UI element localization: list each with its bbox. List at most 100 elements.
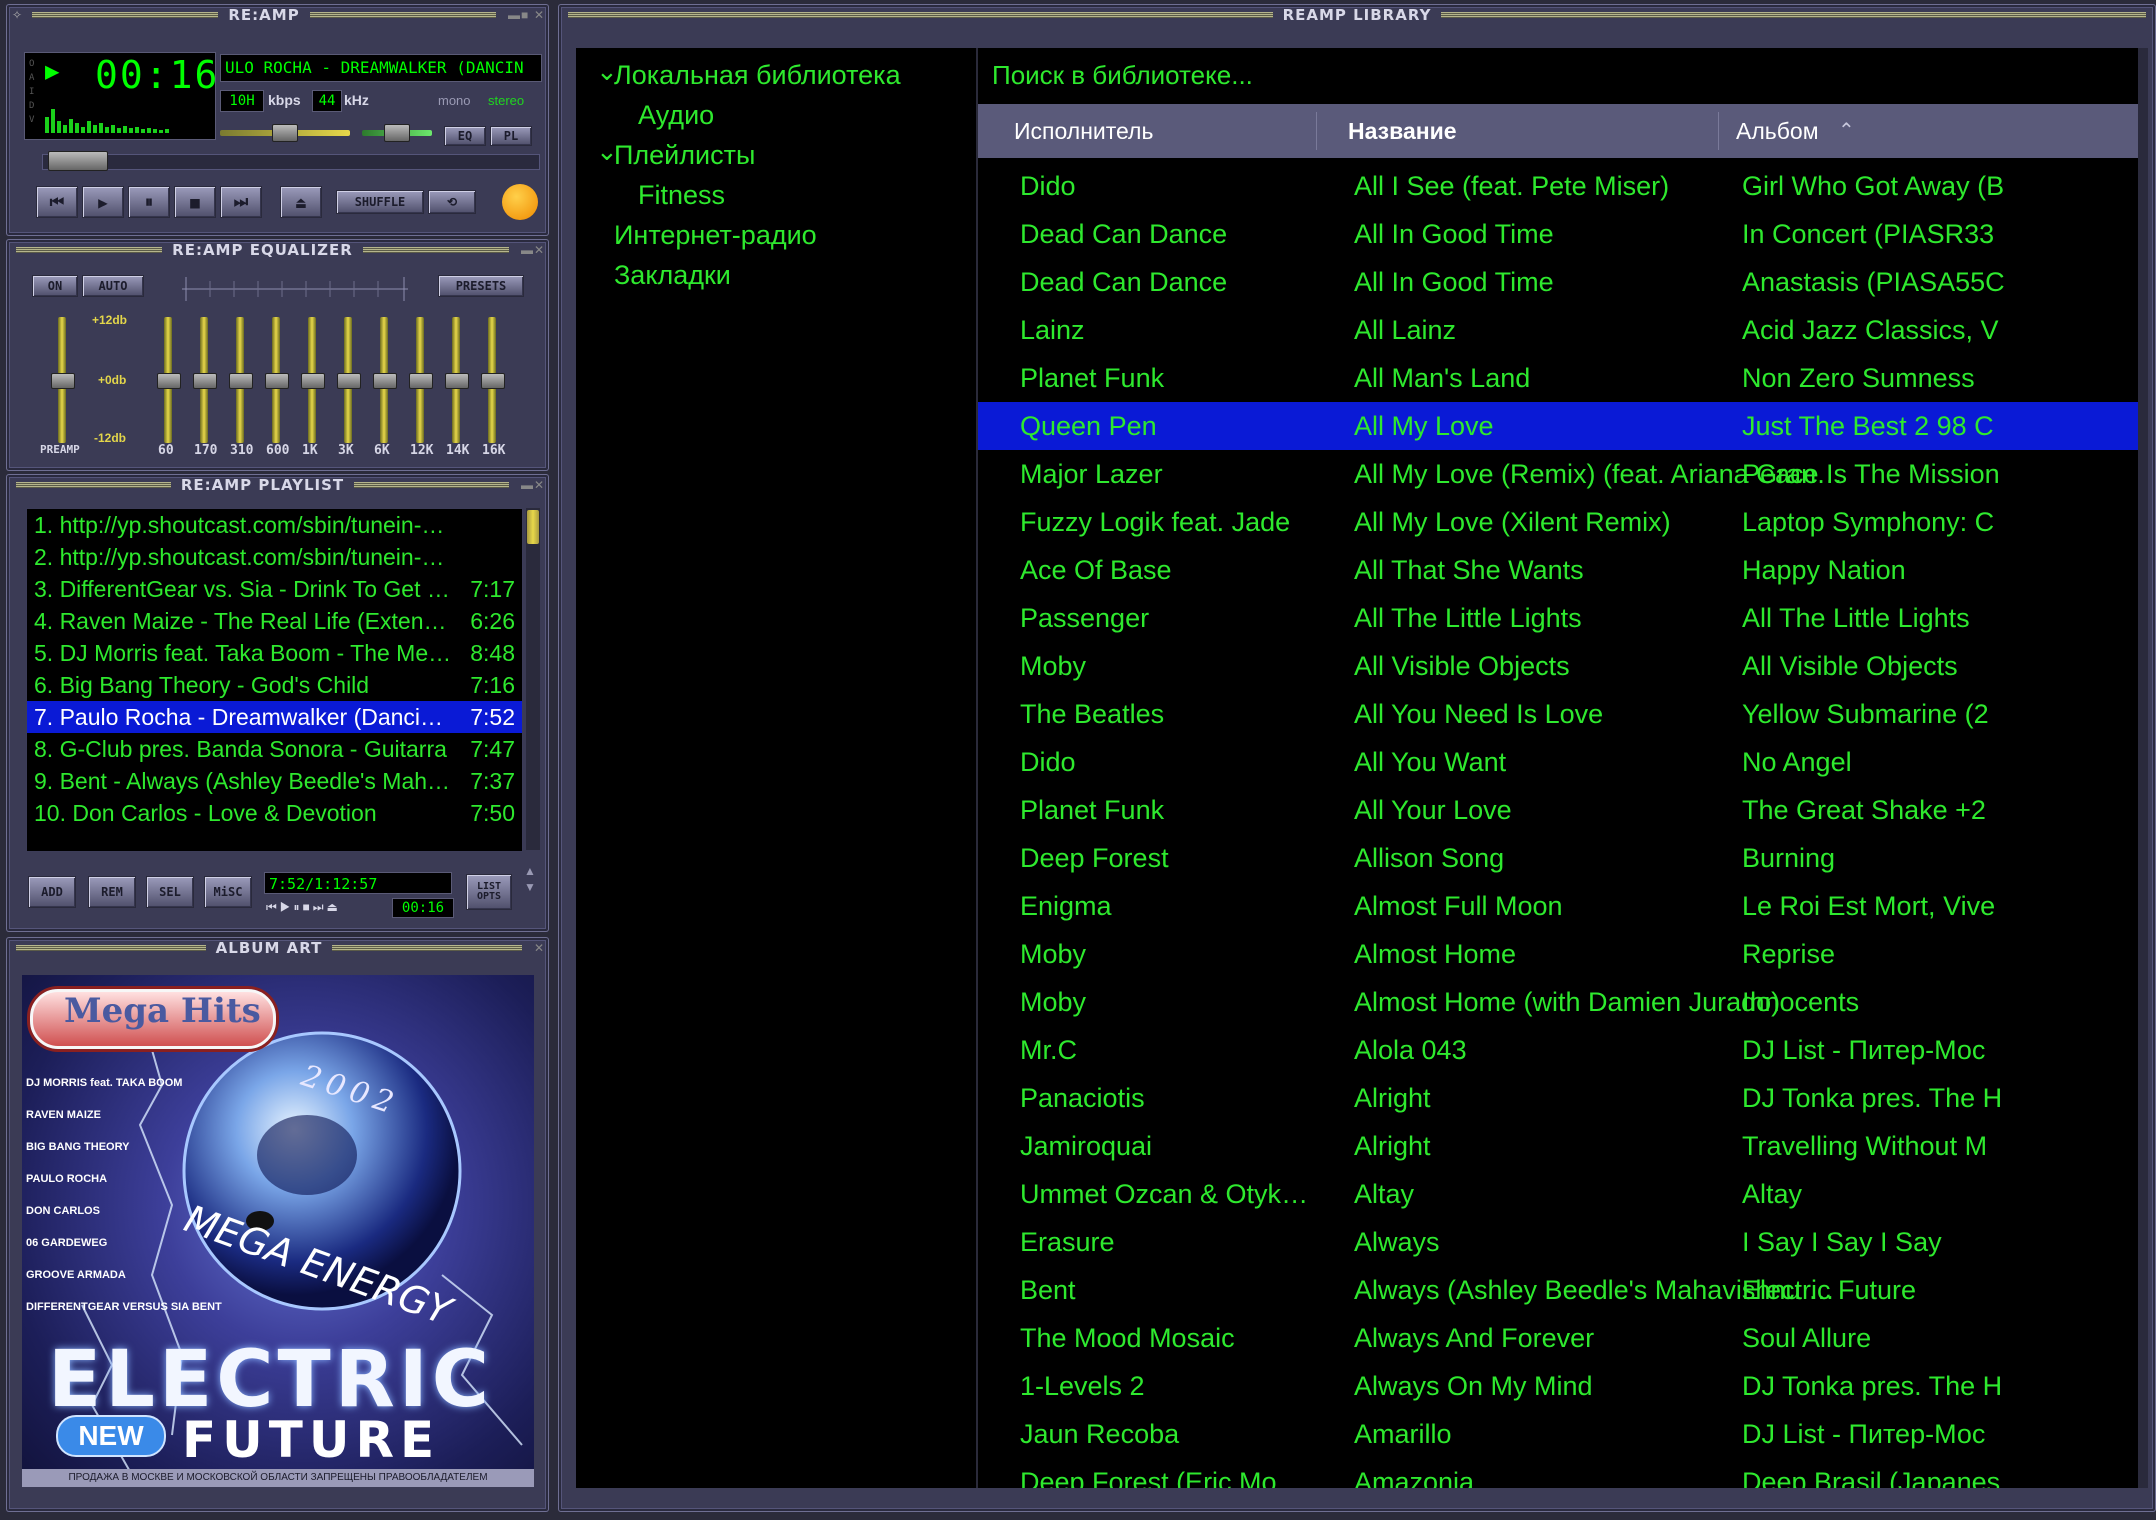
album-cover[interactable]: Mega Hits 2002 DJ MORRIS feat. TAKA BOOM… bbox=[22, 975, 534, 1487]
eq-toggle-button[interactable]: EQ bbox=[444, 126, 486, 146]
table-row[interactable]: Ace Of Base All That She Wants Happy Natio… bbox=[978, 546, 2140, 594]
table-row[interactable]: Erasure Always I Say I Say I Say bbox=[978, 1218, 2140, 1266]
sort-asc-icon[interactable]: ⌃ bbox=[1838, 104, 1855, 158]
seek-knob[interactable] bbox=[48, 151, 108, 171]
library-titlebar[interactable]: REAMP LIBRARY bbox=[558, 4, 2156, 26]
table-row[interactable]: Jamiroquai Alright Travelling Without M bbox=[978, 1122, 2140, 1170]
eq-band-knob[interactable] bbox=[481, 373, 505, 389]
tree-item-3[interactable]: Fitness bbox=[638, 180, 725, 211]
playlist-scrollbar[interactable] bbox=[526, 508, 540, 850]
tree-item-5[interactable]: Закладки bbox=[614, 260, 731, 291]
misc-button[interactable]: MiSC bbox=[204, 876, 252, 908]
library-table-body[interactable]: Dido All I See (feat. Pete Miser) Girl Who… bbox=[978, 162, 2140, 1488]
eq-band-knob[interactable] bbox=[301, 373, 325, 389]
previous-button[interactable]: ⏮ bbox=[36, 186, 78, 218]
table-row[interactable]: Major Lazer All My Love (Remix) (feat. Ar… bbox=[978, 450, 2140, 498]
menu-icon[interactable]: ✧ bbox=[12, 8, 22, 22]
playlist-item[interactable]: 8. G-Club pres. Banda Sonora - Guitarra 7… bbox=[27, 733, 522, 765]
pl-toggle-button[interactable]: PL bbox=[490, 126, 532, 146]
table-row[interactable]: Dead Can Dance All In Good Time Anastasis … bbox=[978, 258, 2140, 306]
remove-button[interactable]: REM bbox=[88, 876, 136, 908]
preamp-knob[interactable] bbox=[51, 373, 75, 389]
playlist-titlebar[interactable]: RE:AMP PLAYLIST ▬ ✕ bbox=[6, 474, 549, 496]
table-row[interactable]: Fuzzy Logik feat. Jade All My Love (Xilen… bbox=[978, 498, 2140, 546]
shade-icon[interactable]: ▬ bbox=[521, 479, 533, 491]
table-row[interactable]: Ummet Ozcan & Otyken Altay Altay bbox=[978, 1170, 2140, 1218]
mini-transport[interactable]: ⏮▶⏸■⏭⏏ bbox=[266, 900, 341, 915]
library-scrollbar[interactable] bbox=[2138, 48, 2148, 1488]
eject-button[interactable]: ⏏ bbox=[280, 186, 322, 218]
table-row[interactable]: Moby Almost Home Reprise bbox=[978, 930, 2140, 978]
library-tree[interactable]: ⌄ Локальная библиотека Аудио ⌄ Плейлисты Fitn… bbox=[576, 48, 976, 1488]
table-row[interactable]: Passenger All The Little Lights All The Li… bbox=[978, 594, 2140, 642]
presets-button[interactable]: PRESETS bbox=[438, 275, 524, 297]
scroll-up-icon[interactable]: ▲ bbox=[524, 864, 536, 878]
playlist-item[interactable]: 7. Paulo Rocha - Dreamwalker (Dancing) 7:… bbox=[27, 701, 522, 733]
next-button[interactable]: ⏭ bbox=[220, 186, 262, 218]
playlist-scroll-thumb[interactable] bbox=[527, 510, 539, 544]
scroll-down-icon[interactable]: ▼ bbox=[524, 880, 536, 894]
stop-button[interactable]: ■ bbox=[174, 186, 216, 218]
playlist-item[interactable]: 5. DJ Morris feat. Taka Boom - The Messa… bbox=[27, 637, 522, 669]
tree-item-0[interactable]: Локальная библиотека bbox=[614, 60, 901, 91]
playlist-item[interactable]: 1. http://yp.shoutcast.com/sbin/tunein-s… bbox=[27, 509, 522, 541]
close-icon[interactable]: ✕ bbox=[534, 244, 545, 256]
song-marquee[interactable]: ULO ROCHA - DREAMWALKER (DANCIN bbox=[220, 54, 542, 82]
eq-band-knob[interactable] bbox=[265, 373, 289, 389]
table-row[interactable]: The Mood Mosaic Always And Forever Soul Al… bbox=[978, 1314, 2140, 1362]
playlist-item[interactable]: 10. Don Carlos - Love & Devotion 7:50 bbox=[27, 797, 522, 829]
tree-item-2[interactable]: Плейлисты bbox=[614, 140, 755, 171]
time-display[interactable]: 00:16 bbox=[95, 53, 219, 97]
eq-band-knob[interactable] bbox=[373, 373, 397, 389]
shade-icon[interactable]: ▬ bbox=[521, 244, 533, 256]
table-row[interactable]: Moby Almost Home (with Damien Jurado) Inno… bbox=[978, 978, 2140, 1026]
table-row[interactable]: Mr.C Alola 043 DJ List - Питер-Мос bbox=[978, 1026, 2140, 1074]
close-icon[interactable]: ✕ bbox=[534, 479, 545, 491]
eq-band-knob[interactable] bbox=[337, 373, 361, 389]
logo-icon[interactable] bbox=[502, 184, 538, 220]
eq-band-knob[interactable] bbox=[193, 373, 217, 389]
table-row[interactable]: Dead Can Dance All In Good Time In Concert… bbox=[978, 210, 2140, 258]
visualizer-display[interactable]: O A I D V ▶ 00:16 bbox=[24, 52, 219, 140]
table-row[interactable]: Queen Pen All My Love Just The Best 2 98 C bbox=[978, 402, 2140, 450]
table-row[interactable]: Deep Forest Allison Song Burning bbox=[978, 834, 2140, 882]
table-row[interactable]: Planet Funk All Man's Land Non Zero Sumnes… bbox=[978, 354, 2140, 402]
album-art-titlebar[interactable]: ALBUM ART ✕ bbox=[6, 937, 549, 959]
table-row[interactable]: Dido All You Want No Angel bbox=[978, 738, 2140, 786]
eq-band-knob[interactable] bbox=[157, 373, 181, 389]
column-album[interactable]: Альбом bbox=[1736, 104, 1819, 158]
table-row[interactable]: Enigma Almost Full Moon Le Roi Est Mort, V… bbox=[978, 882, 2140, 930]
table-row[interactable]: Panaciotis Alright DJ Tonka pres. The H bbox=[978, 1074, 2140, 1122]
eq-band-knob[interactable] bbox=[409, 373, 433, 389]
add-button[interactable]: ADD bbox=[28, 876, 76, 908]
library-search-input[interactable]: Поиск в библиотеке... bbox=[992, 60, 1253, 91]
playlist-item[interactable]: 6. Big Bang Theory - God's Child 7:16 bbox=[27, 669, 522, 701]
equalizer-titlebar[interactable]: RE:AMP EQUALIZER ▬ ✕ bbox=[6, 239, 549, 261]
tree-item-1[interactable]: Аудио bbox=[638, 100, 714, 131]
play-button[interactable]: ▶ bbox=[82, 186, 124, 218]
close-icon[interactable]: ✕ bbox=[534, 9, 545, 21]
repeat-button[interactable]: ⟲ bbox=[428, 190, 476, 214]
close-icon[interactable]: ✕ bbox=[534, 942, 545, 954]
list-options-button[interactable]: LIST OPTS bbox=[466, 874, 512, 910]
eq-band-knob[interactable] bbox=[229, 373, 253, 389]
playlist-item[interactable]: 3. DifferentGear vs. Sia - Drink To Get … bbox=[27, 573, 522, 605]
table-row[interactable]: Moby All Visible Objects All Visible Objec… bbox=[978, 642, 2140, 690]
tree-item-4[interactable]: Интернет-радио bbox=[614, 220, 817, 251]
column-title[interactable]: Название bbox=[1348, 104, 1457, 158]
playlist-item[interactable]: 4. Raven Maize - The Real Life (Extended… bbox=[27, 605, 522, 637]
column-artist[interactable]: Исполнитель bbox=[1014, 104, 1153, 158]
seek-bar[interactable] bbox=[42, 154, 540, 170]
table-row[interactable]: Bent Always (Ashley Beedle's Mahavishnu M… bbox=[978, 1266, 2140, 1314]
eq-on-button[interactable]: ON bbox=[32, 275, 78, 297]
eq-band-knob[interactable] bbox=[445, 373, 469, 389]
playlist-list[interactable]: 1. http://yp.shoutcast.com/sbin/tunein-s… bbox=[26, 508, 523, 852]
playlist-item[interactable]: 9. Bent - Always (Ashley Beedle's Mahavi… bbox=[27, 765, 522, 797]
balance-knob[interactable] bbox=[384, 124, 410, 142]
table-row[interactable]: Jaun Recoba Amarillo DJ List - Питер-Мос bbox=[978, 1410, 2140, 1458]
table-row[interactable]: Deep Forest (Eric Mouquet)AmazoniaDeep B… bbox=[978, 1458, 2140, 1488]
player-titlebar[interactable]: ✧ RE:AMP ▬ ■ ✕ bbox=[6, 4, 549, 26]
table-row[interactable]: Dido All I See (feat. Pete Miser) Girl Who… bbox=[978, 162, 2140, 210]
shuffle-button[interactable]: SHUFFLE bbox=[336, 190, 424, 214]
playlist-item[interactable]: 2. http://yp.shoutcast.com/sbin/tunein-s… bbox=[27, 541, 522, 573]
